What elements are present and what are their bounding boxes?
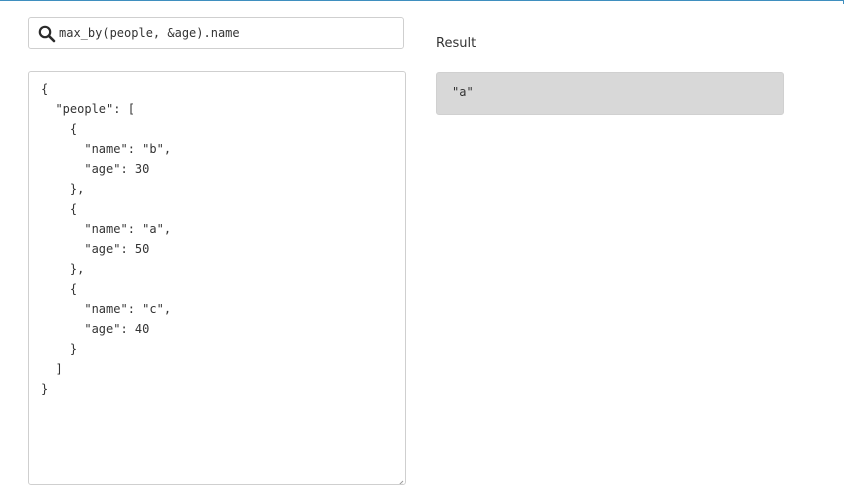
json-input-text[interactable]: { "people": [ { "name": "b", "age": 30 }… [41,79,171,399]
frame-top-border [0,0,844,1]
result-output: "a" [436,72,784,115]
resize-handle-icon[interactable] [394,473,404,484]
search-bar[interactable] [28,17,404,49]
result-label: Result [436,36,477,51]
json-input-editor[interactable]: { "people": [ { "name": "b", "age": 30 }… [28,71,406,485]
result-value: "a" [452,85,474,99]
search-icon [38,25,56,43]
search-input[interactable] [59,22,394,44]
